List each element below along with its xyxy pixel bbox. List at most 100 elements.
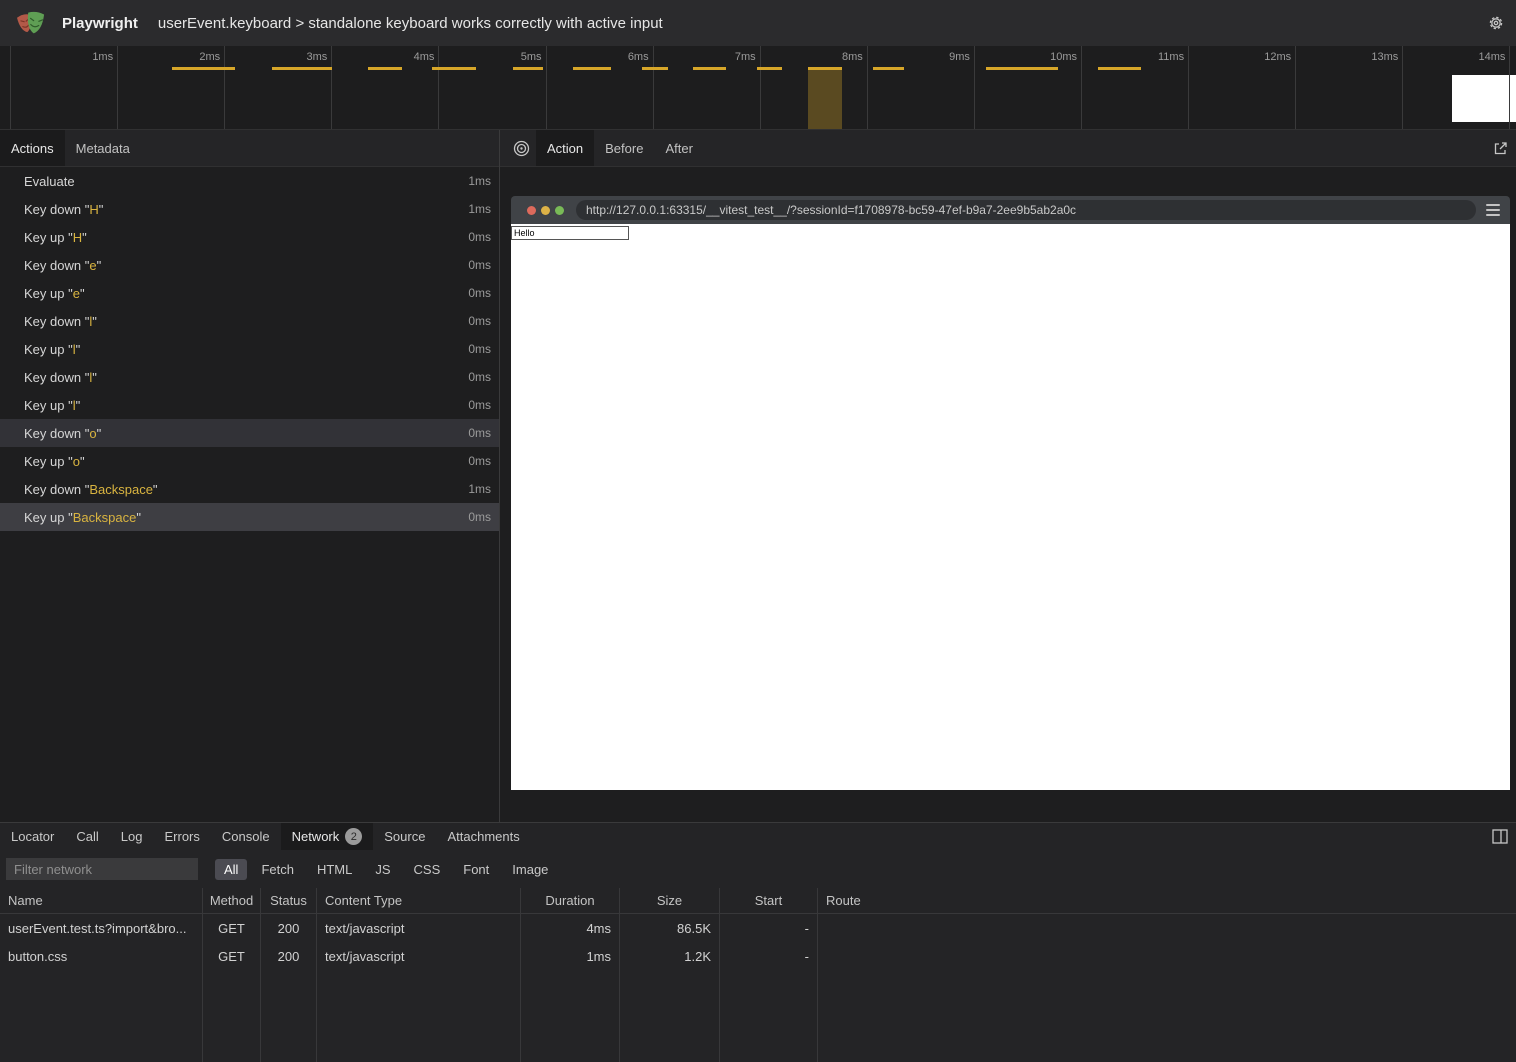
action-row[interactable]: Key up "H"0ms <box>0 223 499 251</box>
timeline-gridline <box>546 46 547 129</box>
network-cell: 4ms <box>521 914 620 942</box>
timeline-gridline <box>867 46 868 129</box>
timeline-tick-label: 4ms <box>354 51 434 64</box>
column-header-content-type: Content Type <box>317 888 521 914</box>
tab-label: Console <box>222 829 270 844</box>
tab-network[interactable]: Network2 <box>281 823 374 850</box>
timeline-tick-label: 8ms <box>783 51 863 64</box>
action-row[interactable]: Evaluate1ms <box>0 167 499 195</box>
timeline-gridline <box>1509 46 1510 129</box>
filter-chip-font[interactable]: Font <box>454 859 498 880</box>
tab-actions[interactable]: Actions <box>0 130 65 166</box>
actions-panel: ActionsMetadata Evaluate1msKey down "H"1… <box>0 130 499 822</box>
timeline-gridline <box>1188 46 1189 129</box>
tab-label: Attachments <box>447 829 519 844</box>
action-row[interactable]: Key up "Backspace"0ms <box>0 503 499 531</box>
gear-icon[interactable] <box>1487 14 1505 32</box>
network-cell: 1.2K <box>620 942 720 970</box>
filter-chip-html[interactable]: HTML <box>308 859 361 880</box>
network-row[interactable]: button.cssGET200text/javascript1ms1.2K- <box>0 942 1516 970</box>
tab-action[interactable]: Action <box>536 130 594 166</box>
timeline-tick-label: 14ms <box>1425 51 1505 64</box>
network-filter-row: AllFetchHTMLJS CSSFontImage <box>0 850 1516 888</box>
tab-log[interactable]: Log <box>110 823 154 850</box>
network-filler-cell <box>203 970 261 1062</box>
external-link-icon[interactable] <box>1493 141 1508 156</box>
action-key-value: o <box>89 426 96 441</box>
timeline-action-bar <box>432 67 476 70</box>
action-row[interactable]: Key down "l"0ms <box>0 307 499 335</box>
network-cell: 200 <box>261 942 317 970</box>
trace-title: userEvent.keyboard > standalone keyboard… <box>158 15 663 32</box>
snapshot-url-bar: http://127.0.0.1:63315/__vitest_test__/?… <box>576 200 1476 220</box>
timeline-gridline <box>1081 46 1082 129</box>
tab-after[interactable]: After <box>654 130 703 166</box>
action-label: Key down "o" <box>24 426 101 441</box>
tab-attachments[interactable]: Attachments <box>436 823 530 850</box>
traffic-lights <box>527 206 564 215</box>
filter-chip-all[interactable]: All <box>215 859 247 880</box>
tab-locator[interactable]: Locator <box>0 823 65 850</box>
column-header-status: Status <box>261 888 317 914</box>
network-cell: 1ms <box>521 942 620 970</box>
action-row[interactable]: Key down "e"0ms <box>0 251 499 279</box>
timeline-action-bar <box>642 67 668 70</box>
action-row[interactable]: Key down "l"0ms <box>0 363 499 391</box>
action-label: Key down "H" <box>24 202 103 217</box>
network-filler-cell <box>521 970 620 1062</box>
network-cell: userEvent.test.ts?import&bro... <box>0 914 203 942</box>
action-duration: 1ms <box>468 482 491 496</box>
action-row[interactable]: Key down "H"1ms <box>0 195 499 223</box>
action-row[interactable]: Key down "o"0ms <box>0 419 499 447</box>
network-cell: - <box>720 942 818 970</box>
timeline-gridline <box>10 46 11 129</box>
actions-tabbar: ActionsMetadata <box>0 130 499 167</box>
timeline-action-bar <box>873 67 904 70</box>
dom-snapshot[interactable]: http://127.0.0.1:63315/__vitest_test__/?… <box>511 196 1510 790</box>
tab-console[interactable]: Console <box>211 823 281 850</box>
action-label: Key up "l" <box>24 398 80 413</box>
tab-metadata[interactable]: Metadata <box>65 130 141 166</box>
timeline-tick-label: 6ms <box>569 51 649 64</box>
details-panel: Locator CallLog Errors Console Network2Sourc… <box>0 822 1516 1062</box>
action-row[interactable]: Key down "Backspace"1ms <box>0 475 499 503</box>
panel-layout-toggle-icon[interactable] <box>1492 829 1508 844</box>
filter-chip-image[interactable]: Image <box>503 859 557 880</box>
network-filler-cell <box>818 970 1516 1062</box>
filter-chip-fetch[interactable]: Fetch <box>252 859 303 880</box>
action-label: Key up "o" <box>24 454 85 469</box>
snapshot-page[interactable]: Hello <box>511 224 1510 790</box>
network-row[interactable]: userEvent.test.ts?import&bro...GET200tex… <box>0 914 1516 942</box>
pick-locator-button[interactable] <box>506 130 536 166</box>
timeline-tick-label: 3ms <box>247 51 327 64</box>
tab-label: Locator <box>11 829 54 844</box>
network-filler-cell <box>261 970 317 1062</box>
timeline[interactable]: 1ms2ms3ms4ms5ms6ms7ms8ms9ms10ms11ms12ms1… <box>0 46 1516 130</box>
action-row[interactable]: Key up "e"0ms <box>0 279 499 307</box>
tab-before[interactable]: Before <box>594 130 654 166</box>
action-duration: 0ms <box>468 510 491 524</box>
tab-call[interactable]: Call <box>65 823 109 850</box>
action-row[interactable]: Key up "l" 0ms <box>0 391 499 419</box>
tab-source[interactable]: Source <box>373 823 436 850</box>
green-dot-icon <box>555 206 564 215</box>
tab-label: Errors <box>164 829 199 844</box>
filter-chip-js[interactable]: JS <box>366 859 399 880</box>
snapshot-text-input[interactable]: Hello <box>511 226 629 240</box>
filter-chip-css[interactable]: CSS <box>405 859 450 880</box>
action-key-value: o <box>73 454 80 469</box>
action-duration: 0ms <box>468 398 491 412</box>
action-row[interactable]: Key up "l"0ms <box>0 335 499 363</box>
network-table: NameMethodStatusContent TypeDurationSize… <box>0 888 1516 1062</box>
tab-errors[interactable]: Errors <box>153 823 210 850</box>
target-icon <box>513 140 530 157</box>
film-strip-thumbnail <box>1452 75 1516 122</box>
timeline-action-bar <box>1098 67 1141 70</box>
timeline-action-bar <box>172 67 235 70</box>
action-row[interactable]: Key up "o"0ms <box>0 447 499 475</box>
details-tabbar: Locator CallLog Errors Console Network2Sourc… <box>0 823 1516 850</box>
network-type-chips: AllFetchHTMLJS CSSFontImage <box>215 859 562 880</box>
timeline-tick-label: 9ms <box>890 51 970 64</box>
network-cell: GET <box>203 942 261 970</box>
network-filter-input[interactable] <box>6 858 198 880</box>
